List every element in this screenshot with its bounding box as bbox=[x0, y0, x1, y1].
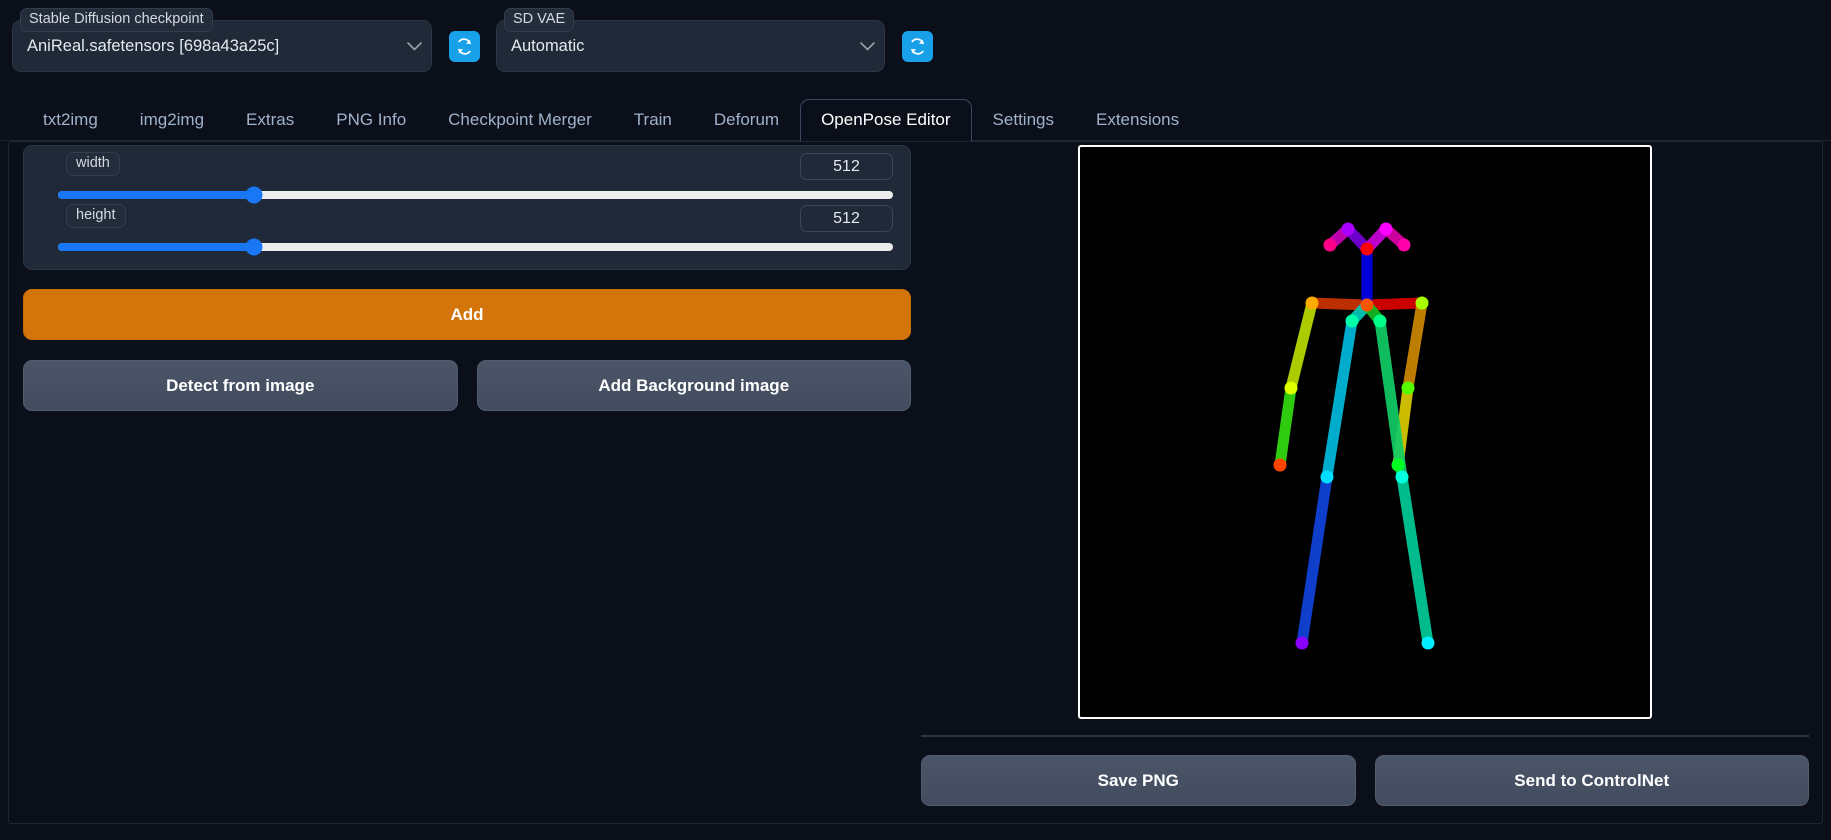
chevron-down-icon[interactable] bbox=[397, 21, 431, 71]
detect-from-image-button[interactable]: Detect from image bbox=[23, 360, 458, 411]
image-action-row: Detect from image Add Background image bbox=[23, 360, 911, 411]
tab-deforum[interactable]: Deforum bbox=[693, 99, 800, 141]
checkpoint-label: Stable Diffusion checkpoint bbox=[20, 8, 213, 32]
top-settings-bar: Stable Diffusion checkpoint AniReal.safe… bbox=[0, 0, 1831, 92]
pose-skeleton bbox=[1273, 222, 1435, 650]
tab-settings[interactable]: Settings bbox=[972, 99, 1075, 141]
export-action-row: Save PNG Send to ControlNet bbox=[921, 755, 1809, 806]
width-slider-row: width 512 bbox=[40, 152, 894, 212]
height-slider-row: height 512 bbox=[40, 204, 894, 264]
vae-value: Automatic bbox=[511, 36, 585, 55]
height-slider-fill bbox=[58, 243, 255, 251]
tab-train[interactable]: Train bbox=[613, 99, 693, 141]
chevron-down-icon[interactable] bbox=[850, 21, 884, 71]
width-slider-thumb[interactable] bbox=[245, 186, 263, 204]
width-slider-fill bbox=[58, 191, 255, 199]
checkpoint-refresh-wrap bbox=[432, 20, 496, 72]
tab-checkpoint-merger[interactable]: Checkpoint Merger bbox=[427, 99, 613, 141]
add-background-image-button[interactable]: Add Background image bbox=[476, 360, 911, 411]
vae-label: SD VAE bbox=[504, 8, 575, 32]
add-button[interactable]: Add bbox=[23, 289, 911, 340]
preview-column: Save PNG Send to ControlNet bbox=[921, 145, 1809, 806]
tab-png-info[interactable]: PNG Info bbox=[315, 99, 427, 141]
vae-refresh-wrap bbox=[885, 20, 949, 72]
tab-openpose-editor[interactable]: OpenPose Editor bbox=[800, 99, 972, 141]
openpose-editor-page: width 512 height 512 Add Detect from ima… bbox=[8, 141, 1823, 824]
height-slider-thumb[interactable] bbox=[245, 238, 263, 256]
save-png-button[interactable]: Save PNG bbox=[921, 755, 1356, 806]
tab-img2img[interactable]: img2img bbox=[119, 99, 225, 141]
checkpoint-select[interactable]: Stable Diffusion checkpoint AniReal.safe… bbox=[12, 8, 432, 72]
width-slider[interactable] bbox=[58, 186, 893, 204]
vae-select[interactable]: SD VAE Automatic bbox=[496, 8, 885, 72]
height-label: height bbox=[66, 204, 126, 228]
width-input[interactable]: 512 bbox=[800, 153, 893, 180]
dimensions-panel: width 512 height 512 bbox=[23, 145, 911, 270]
checkpoint-value: AniReal.safetensors [698a43a25c] bbox=[27, 36, 280, 55]
divider bbox=[921, 735, 1809, 737]
tab-txt2img[interactable]: txt2img bbox=[22, 99, 119, 141]
send-to-controlnet-button[interactable]: Send to ControlNet bbox=[1374, 755, 1809, 806]
tab-extras[interactable]: Extras bbox=[225, 99, 315, 141]
controls-column: width 512 height 512 Add Detect from ima… bbox=[23, 145, 911, 411]
refresh-icon[interactable] bbox=[901, 30, 933, 62]
tab-extensions[interactable]: Extensions bbox=[1075, 99, 1200, 141]
height-slider[interactable] bbox=[58, 238, 893, 256]
height-input[interactable]: 512 bbox=[800, 205, 893, 232]
pose-canvas[interactable] bbox=[1078, 145, 1652, 719]
refresh-icon[interactable] bbox=[448, 30, 480, 62]
width-label: width bbox=[66, 152, 120, 176]
main-tab-bar: txt2img img2img Extras PNG Info Checkpoi… bbox=[0, 92, 1831, 141]
